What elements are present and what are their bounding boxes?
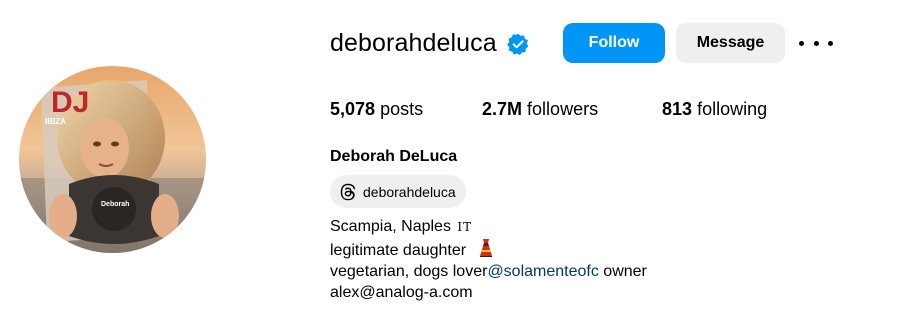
followers-label: followers xyxy=(527,99,599,119)
posts-stat: 5,078 posts xyxy=(330,99,423,120)
followers-stat[interactable]: 2.7M followers xyxy=(482,99,598,120)
magazine-cover-text: IBIZA xyxy=(45,117,66,126)
profile-header: deborahdeluca xyxy=(330,23,529,63)
threads-link[interactable]: deborahdeluca xyxy=(330,175,466,208)
dress-emoji-icon xyxy=(479,239,492,257)
bio-daughter-text: legitimate daughter xyxy=(330,242,467,259)
username: deborahdeluca xyxy=(330,28,497,57)
more-options-icon[interactable] xyxy=(799,33,833,53)
following-stat[interactable]: 813 following xyxy=(662,99,767,120)
more-dot xyxy=(813,40,819,46)
message-button[interactable]: Message xyxy=(676,23,785,63)
following-label: following xyxy=(697,99,768,119)
full-name: Deborah DeLuca xyxy=(330,148,458,165)
bio-line-daughter: legitimate daughter xyxy=(330,238,647,261)
more-dot xyxy=(799,40,804,46)
italy-flag-text: IT xyxy=(457,220,473,234)
bio-line-interests: vegetarian, dogs lover@solamenteofc owne… xyxy=(330,261,647,282)
bio-owner-text: owner xyxy=(598,263,647,280)
verified-badge-icon xyxy=(506,33,529,55)
profile-avatar[interactable]: DJ IBIZA Deborah xyxy=(19,66,206,253)
more-dot xyxy=(828,40,833,46)
threads-icon xyxy=(340,183,356,200)
posts-label: posts xyxy=(380,99,424,119)
bio-line-email: alex@analog-a.com xyxy=(330,282,647,303)
magazine-name-text: Deborah xyxy=(101,201,129,208)
avatar-photo: DJ IBIZA Deborah xyxy=(19,66,206,253)
posts-count: 5,078 xyxy=(330,99,376,119)
following-count: 813 xyxy=(662,99,693,119)
mention-link[interactable]: @solamenteofc xyxy=(487,263,598,280)
followers-count: 2.7M xyxy=(482,99,523,119)
follow-button[interactable]: Follow xyxy=(563,23,665,63)
bio-email: alex@analog-a.com xyxy=(330,284,473,301)
bio-location-text: Scampia, Naples xyxy=(330,218,456,235)
threads-handle: deborahdeluca xyxy=(363,183,456,200)
magazine-logo: DJ xyxy=(51,86,89,119)
bio: Scampia, Naples IT legitimate daughter v… xyxy=(330,216,647,303)
bio-interests-text: vegetarian, dogs lover xyxy=(330,263,488,280)
bio-line-location: Scampia, Naples IT xyxy=(330,216,647,238)
